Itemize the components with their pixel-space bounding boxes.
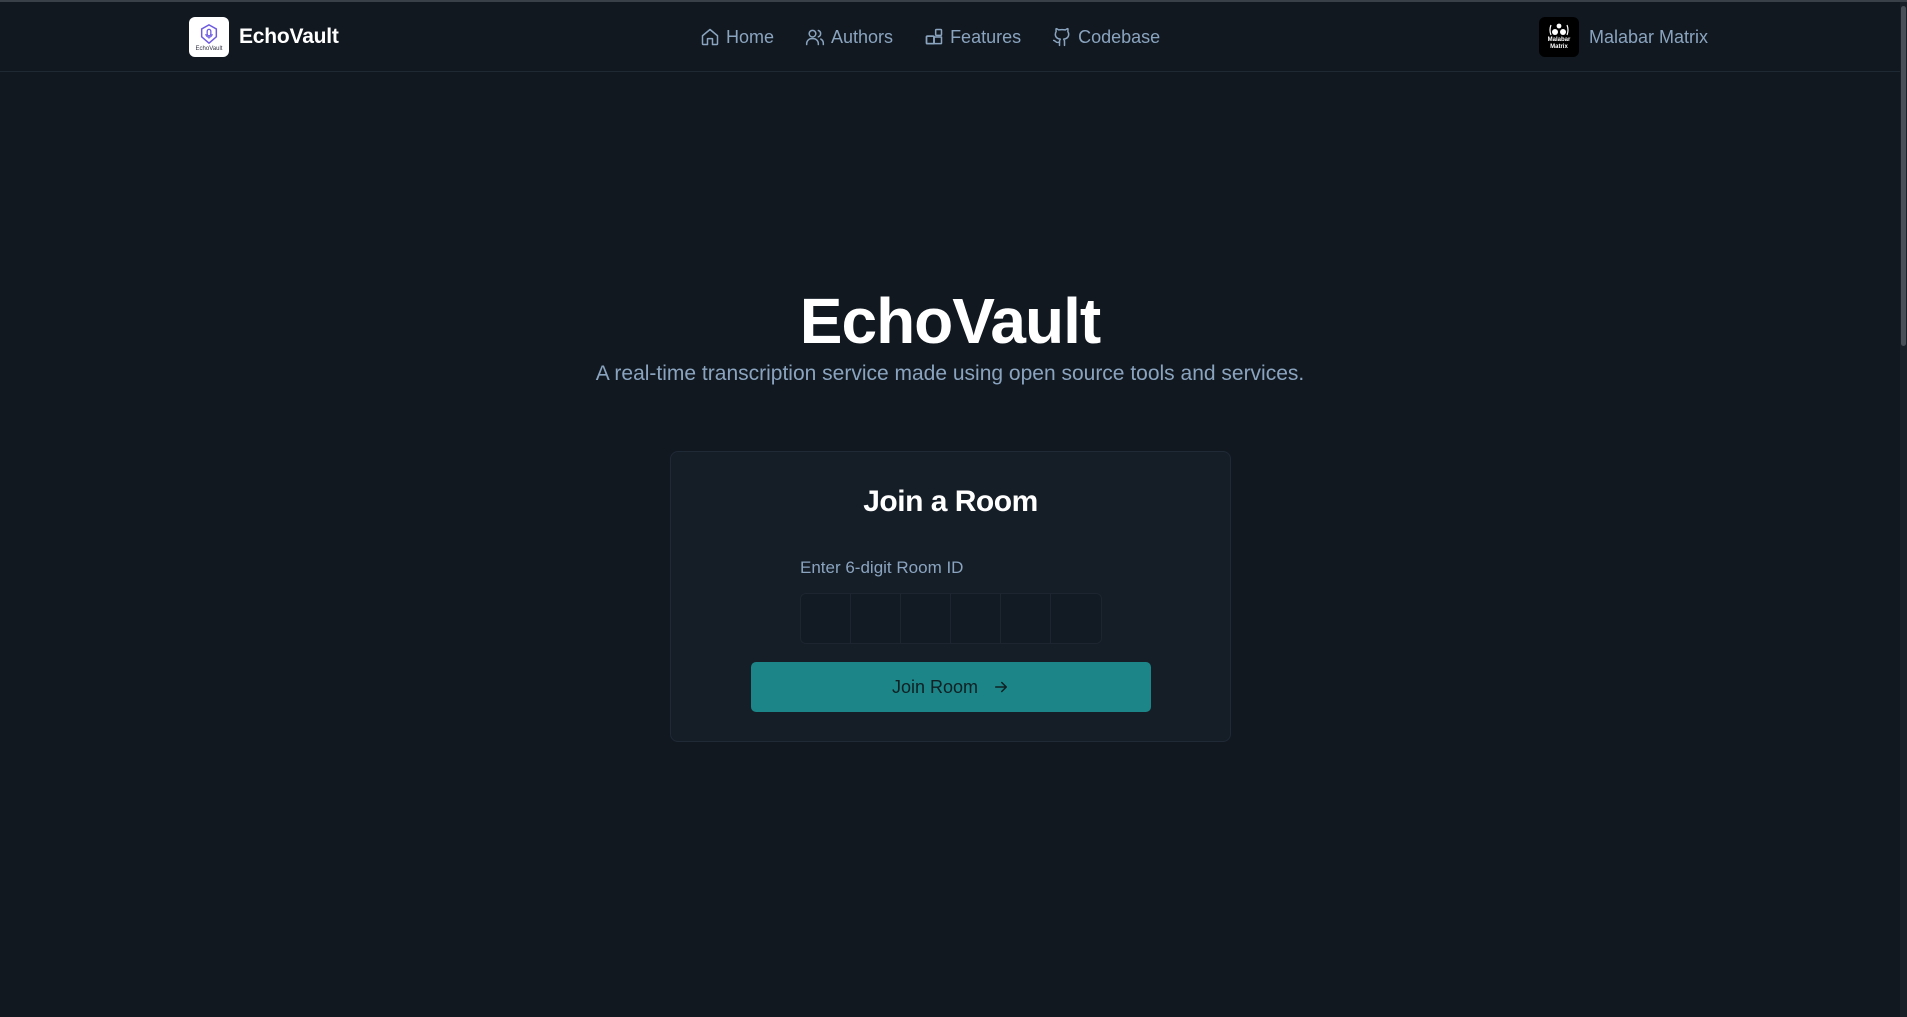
org-name: Malabar Matrix [1588, 26, 1708, 47]
join-room-button[interactable]: Join Room [751, 662, 1151, 712]
room-id-input-group [800, 593, 1102, 644]
room-id-digit-5[interactable] [1001, 594, 1051, 643]
room-id-digit-3[interactable] [901, 594, 951, 643]
arrow-right-icon [995, 681, 1008, 693]
join-room-title: Join a Room [863, 485, 1038, 518]
shield-mic-icon [200, 23, 218, 44]
echovault-logo: EchoVault [189, 17, 229, 57]
room-id-digit-2[interactable] [851, 594, 901, 643]
github-icon [1053, 27, 1070, 47]
home-icon [701, 28, 719, 46]
hero-title: EchoVault [799, 285, 1101, 357]
org-logo-icon [1549, 23, 1569, 36]
nav-home-label: Home [726, 26, 775, 47]
top-navbar: EchoVault EchoVault Home Authors Feature… [0, 2, 1900, 72]
room-id-digit-6[interactable] [1051, 594, 1101, 643]
hero-subtitle: A real-time transcription service made u… [595, 362, 1305, 385]
nav-features[interactable]: Features [924, 27, 1021, 48]
page-scrollbar[interactable] [1900, 2, 1907, 1017]
nav-authors-label: Authors [831, 26, 894, 47]
room-id-digit-1[interactable] [801, 594, 851, 643]
brand-link[interactable]: EchoVault EchoVault [189, 17, 339, 57]
room-id-digit-4[interactable] [951, 594, 1001, 643]
join-room-card: Join a Room Enter 6-digit Room ID Join R… [670, 451, 1231, 742]
scrollbar-thumb[interactable] [1901, 6, 1906, 346]
blocks-icon [925, 28, 943, 45]
org-avatar: Malabar Matrix [1538, 17, 1579, 57]
users-icon [805, 29, 825, 46]
nav-features-label: Features [950, 26, 1022, 47]
join-room-button-label: Join Room [891, 676, 979, 697]
main-nav: Home Authors Features Codebase [700, 2, 1160, 72]
org-profile[interactable]: Malabar Matrix Malabar Matrix [1538, 17, 1708, 57]
brand-name: EchoVault [239, 25, 339, 48]
room-id-label: Enter 6-digit Room ID [800, 558, 964, 577]
org-avatar-line-2: Matrix [1550, 44, 1568, 50]
org-avatar-line-1: Malabar [1547, 37, 1571, 43]
nav-home[interactable]: Home [700, 27, 774, 48]
nav-codebase-label: Codebase [1078, 26, 1161, 47]
nav-codebase[interactable]: Codebase [1052, 27, 1160, 48]
logo-text: EchoVault [195, 45, 223, 52]
nav-authors[interactable]: Authors [805, 27, 893, 48]
